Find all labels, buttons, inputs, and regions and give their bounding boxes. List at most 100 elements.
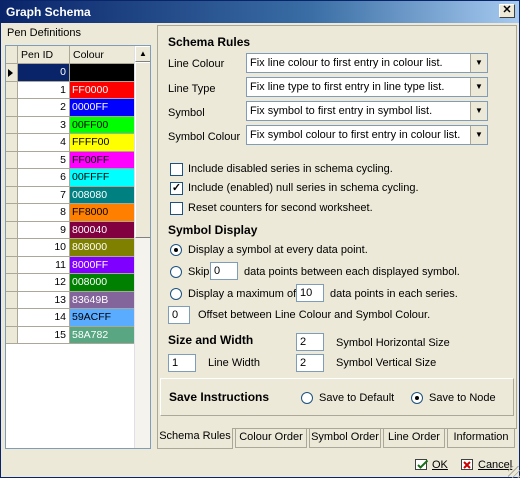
row-selector[interactable]: [6, 221, 18, 238]
colour-cell[interactable]: FFFF00: [70, 134, 135, 151]
pen-id-cell[interactable]: 4: [18, 134, 70, 151]
pen-id-cell[interactable]: 15: [18, 326, 70, 343]
colour-cell[interactable]: FF8000: [70, 204, 135, 221]
line-colour-select[interactable]: Fix line colour to first entry in colour…: [246, 53, 488, 73]
pen-id-cell[interactable]: 14: [18, 309, 70, 326]
pen-row[interactable]: 15 58A782: [6, 326, 136, 344]
colour-cell[interactable]: 59ACFF: [70, 309, 135, 326]
row-selector[interactable]: [6, 186, 18, 203]
row-selector[interactable]: [6, 64, 18, 81]
include-disabled-checkbox[interactable]: [170, 163, 183, 176]
tab-symbol-order[interactable]: Symbol Order: [309, 429, 381, 448]
row-selector[interactable]: [6, 134, 18, 151]
skip-count-input[interactable]: 0: [210, 262, 238, 280]
pen-row[interactable]: 13 83649B: [6, 291, 136, 309]
line-width-input[interactable]: 1: [168, 354, 196, 372]
colour-cell[interactable]: 58A782: [70, 326, 135, 343]
symbol-horizontal-size-input[interactable]: 2: [296, 333, 324, 351]
colour-cell[interactable]: 83649B: [70, 291, 135, 308]
pen-id-cell[interactable]: 6: [18, 169, 70, 186]
row-selector[interactable]: [6, 204, 18, 221]
colour-cell[interactable]: 00FF00: [70, 116, 135, 133]
pen-id-cell[interactable]: 13: [18, 291, 70, 308]
pen-id-cell[interactable]: 8: [18, 204, 70, 221]
pen-row[interactable]: 4 FFFF00: [6, 134, 136, 152]
tab-line-order[interactable]: Line Order: [383, 429, 445, 448]
pen-id-cell[interactable]: 3: [18, 116, 70, 133]
row-selector[interactable]: [6, 239, 18, 256]
row-selector[interactable]: [6, 291, 18, 308]
pen-row[interactable]: 0: [6, 64, 136, 82]
offset-input[interactable]: 0: [168, 306, 190, 324]
pen-id-cell[interactable]: 2: [18, 99, 70, 116]
pen-id-cell[interactable]: 0: [18, 64, 70, 81]
symbol-select[interactable]: Fix symbol to first entry in symbol list…: [246, 101, 488, 121]
colour-cell[interactable]: 800040: [70, 221, 135, 238]
scroll-up-button[interactable]: ▲: [135, 46, 150, 62]
pen-row[interactable]: 14 59ACFF: [6, 309, 136, 327]
chevron-down-icon[interactable]: ▼: [470, 102, 487, 120]
row-selector[interactable]: [6, 326, 18, 343]
scroll-thumb[interactable]: [135, 62, 150, 238]
line-type-select[interactable]: Fix line type to first entry in line typ…: [246, 77, 488, 97]
pen-row[interactable]: 8 FF8000: [6, 204, 136, 222]
colour-cell[interactable]: FF0000: [70, 81, 135, 98]
resize-grip[interactable]: [508, 466, 520, 478]
pen-row[interactable]: 7 008080: [6, 186, 136, 204]
colour-cell[interactable]: [70, 64, 135, 81]
pen-id-cell[interactable]: 12: [18, 274, 70, 291]
pen-id-cell[interactable]: 5: [18, 151, 70, 168]
pen-id-cell[interactable]: 11: [18, 256, 70, 273]
max-count-input[interactable]: 10: [296, 284, 324, 302]
include-null-checkbox[interactable]: ✓: [170, 182, 183, 195]
pen-row[interactable]: 12 008000: [6, 274, 136, 292]
tab-information[interactable]: Information: [447, 429, 515, 448]
pen-id-cell[interactable]: 9: [18, 221, 70, 238]
symbol-vertical-size-input[interactable]: 2: [296, 354, 324, 372]
pen-row[interactable]: 1 FF0000: [6, 81, 136, 99]
save-default-radio[interactable]: [301, 392, 313, 404]
pen-row[interactable]: 3 00FF00: [6, 116, 136, 134]
row-selector[interactable]: [6, 81, 18, 98]
chevron-down-icon[interactable]: ▼: [470, 126, 487, 144]
pen-row[interactable]: 9 800040: [6, 221, 136, 239]
colour-cell[interactable]: 008000: [70, 274, 135, 291]
row-selector[interactable]: [6, 309, 18, 326]
header-colour[interactable]: Colour: [70, 46, 135, 63]
pen-row[interactable]: 5 FF00FF: [6, 151, 136, 169]
symbol-colour-select[interactable]: Fix symbol colour to first entry in colo…: [246, 125, 488, 145]
row-selector[interactable]: [6, 256, 18, 273]
pen-grid-scrollbar[interactable]: ▲ ▼: [134, 46, 150, 448]
colour-cell[interactable]: 00FFFF: [70, 169, 135, 186]
pen-id-cell[interactable]: 1: [18, 81, 70, 98]
pen-row[interactable]: 11 8000FF: [6, 256, 136, 274]
row-selector[interactable]: [6, 151, 18, 168]
pen-row[interactable]: 2 0000FF: [6, 99, 136, 117]
display-max-radio[interactable]: [170, 288, 182, 300]
pen-row[interactable]: 6 00FFFF: [6, 169, 136, 187]
pen-row[interactable]: 10 808000: [6, 239, 136, 257]
tab-colour-order[interactable]: Colour Order: [235, 429, 307, 448]
pen-grid[interactable]: Pen ID Colour 0 1 FF0000 2 0000FF 3 00FF00 4 FFF…: [5, 45, 151, 449]
row-selector[interactable]: [6, 99, 18, 116]
colour-cell[interactable]: 0000FF: [70, 99, 135, 116]
row-selector[interactable]: [6, 116, 18, 133]
colour-cell[interactable]: 808000: [70, 239, 135, 256]
pen-id-cell[interactable]: 7: [18, 186, 70, 203]
close-button[interactable]: ✕: [499, 4, 515, 18]
save-node-radio[interactable]: [411, 392, 423, 404]
colour-cell[interactable]: 008080: [70, 186, 135, 203]
chevron-down-icon[interactable]: ▼: [470, 78, 487, 96]
pen-id-cell[interactable]: 10: [18, 239, 70, 256]
colour-cell[interactable]: 8000FF: [70, 256, 135, 273]
ok-button[interactable]: OK: [415, 455, 448, 475]
colour-cell[interactable]: FF00FF: [70, 151, 135, 168]
cancel-button[interactable]: Cancel: [461, 455, 512, 475]
tab-schema-rules[interactable]: Schema Rules: [157, 428, 233, 449]
reset-counters-checkbox[interactable]: [170, 202, 183, 215]
row-selector[interactable]: [6, 169, 18, 186]
chevron-down-icon[interactable]: ▼: [470, 54, 487, 72]
skip-radio[interactable]: [170, 266, 182, 278]
display-every-radio[interactable]: [170, 244, 182, 256]
row-selector[interactable]: [6, 274, 18, 291]
